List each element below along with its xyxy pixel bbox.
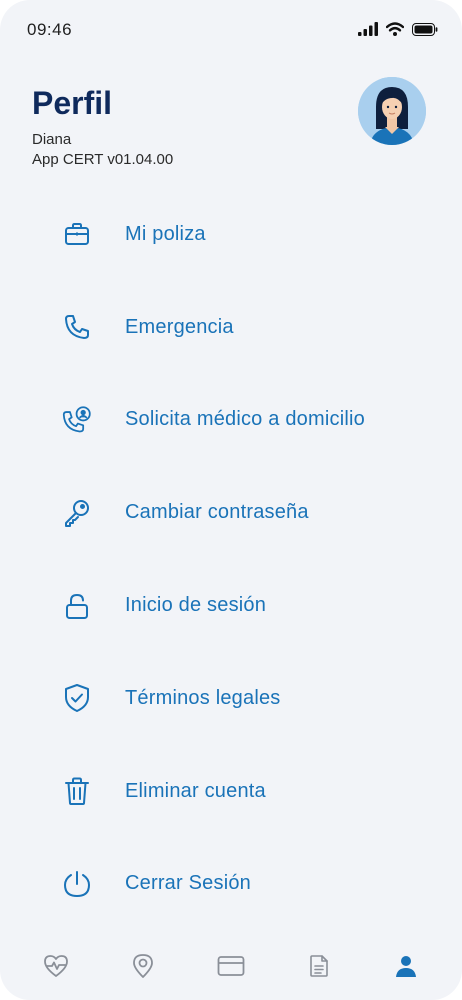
unlock-icon: [62, 591, 92, 621]
nav-item-location[interactable]: [123, 948, 163, 988]
status-icons: [358, 22, 438, 36]
document-icon: [309, 954, 329, 983]
heart-pulse-icon: [43, 954, 69, 983]
app-version: App CERT v01.04.00: [32, 151, 174, 168]
menu-item-cerrar-sesion[interactable]: Cerrar Sesión: [0, 838, 462, 931]
user-name: Diana: [32, 131, 72, 148]
phone-icon: [62, 312, 92, 342]
wifi-icon: [386, 22, 404, 36]
phone-doctor-icon: [62, 405, 92, 435]
nav-item-profile[interactable]: [386, 948, 426, 988]
menu-item-inicio-sesion[interactable]: Inicio de sesión: [0, 559, 462, 652]
menu-item-label: Solicita médico a domicilio: [125, 408, 365, 431]
menu-item-label: Inicio de sesión: [125, 594, 267, 617]
status-time: 09:46: [27, 20, 73, 39]
shield-check-icon: [62, 683, 92, 713]
menu-item-label: Términos legales: [125, 686, 281, 709]
menu-item-emergencia[interactable]: Emergencia: [0, 281, 462, 374]
menu-item-cambiar-contrasena[interactable]: Cambiar contraseña: [0, 466, 462, 559]
menu-item-label: Eliminar cuenta: [125, 779, 266, 802]
profile-menu: Mi poliza Emergencia Solicita médico a d…: [0, 188, 462, 930]
nav-item-health[interactable]: [36, 948, 76, 988]
menu-item-label: Emergencia: [125, 315, 234, 338]
menu-item-label: Mi poliza: [125, 222, 206, 245]
trash-icon: [62, 776, 92, 806]
profile-screen: 09:46 Perfil Diana App CERT v01.04.00 Mi…: [0, 0, 462, 1000]
menu-item-terminos-legales[interactable]: Términos legales: [0, 652, 462, 745]
status-bar: 09:46: [0, 0, 462, 60]
menu-item-mi-poliza[interactable]: Mi poliza: [0, 188, 462, 281]
battery-icon: [412, 22, 438, 36]
briefcase-icon: [62, 219, 92, 249]
avatar[interactable]: [358, 77, 426, 145]
card-icon: [217, 955, 245, 982]
bottom-nav: [0, 936, 462, 1000]
signal-icon: [358, 22, 378, 36]
profile-icon: [394, 954, 418, 983]
key-icon: [62, 498, 92, 528]
location-pin-icon: [132, 953, 154, 984]
nav-item-documents[interactable]: [299, 948, 339, 988]
page-title: Perfil: [32, 85, 113, 121]
menu-item-medico-domicilio[interactable]: Solicita médico a domicilio: [0, 374, 462, 467]
menu-item-label: Cambiar contraseña: [125, 501, 309, 524]
menu-item-label: Cerrar Sesión: [125, 872, 251, 895]
menu-item-eliminar-cuenta[interactable]: Eliminar cuenta: [0, 745, 462, 838]
nav-item-card[interactable]: [211, 948, 251, 988]
power-icon: [62, 869, 92, 899]
profile-header: Perfil Diana App CERT v01.04.00: [32, 77, 432, 180]
